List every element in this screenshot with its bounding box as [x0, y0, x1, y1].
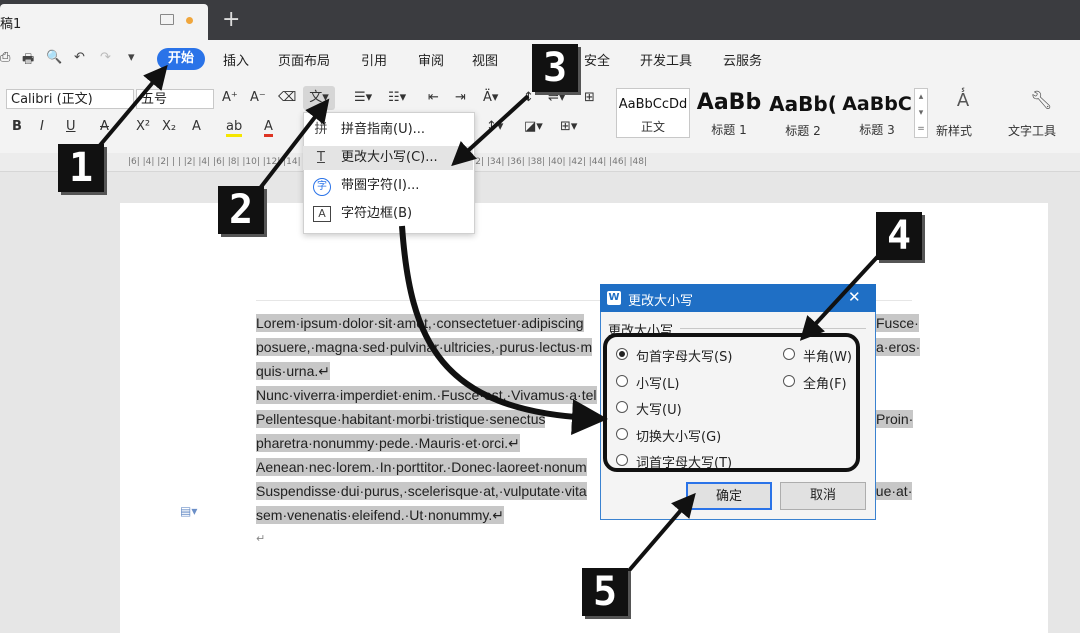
callout-3: 3: [532, 44, 578, 92]
arrow-4: [799, 252, 882, 341]
arrow-1: [94, 64, 168, 152]
callout-4: 4: [876, 212, 922, 260]
callout-5: 5: [582, 568, 628, 616]
curved-arrow: [399, 225, 608, 436]
arrow-3: [451, 94, 530, 167]
callout-1: 1: [58, 144, 104, 192]
callout-2: 2: [218, 186, 264, 234]
options-highlight-box: [603, 333, 860, 472]
annotation-arrows: [94, 64, 882, 576]
arrow-2: [252, 98, 330, 198]
arrow-5: [624, 492, 696, 576]
